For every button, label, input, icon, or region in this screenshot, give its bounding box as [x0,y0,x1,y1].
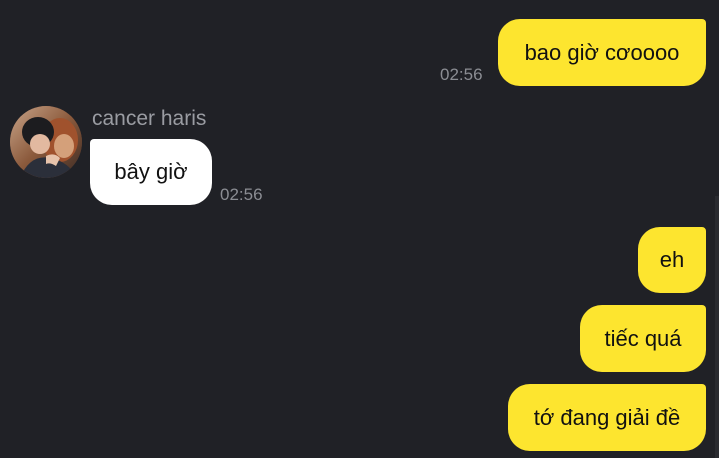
message-bubble-outgoing[interactable]: tớ đang giải đề [508,384,706,451]
message-bubble-outgoing[interactable]: tiếc quá [580,305,706,372]
message-text: bây giờ [114,159,188,184]
profile-photo-icon [10,106,82,178]
message-text: tớ đang giải đề [533,404,681,430]
message-timestamp: 02:56 [440,65,483,84]
message-timestamp: 02:56 [220,185,263,204]
scrollbar[interactable] [715,196,719,458]
chat-message-list[interactable]: bao giờ cơoooo 02:56 cancer haris bây gi… [0,0,719,458]
sender-name: cancer haris [92,107,207,130]
message-bubble-incoming[interactable]: bây giờ [90,139,212,205]
message-bubble-outgoing[interactable]: bao giờ cơoooo [498,19,706,86]
message-text: bao giờ cơoooo [524,39,680,65]
message-bubble-outgoing[interactable]: eh [638,227,706,293]
message-text: tiếc quá [604,325,682,351]
message-text: eh [659,247,685,272]
avatar[interactable] [10,106,82,178]
